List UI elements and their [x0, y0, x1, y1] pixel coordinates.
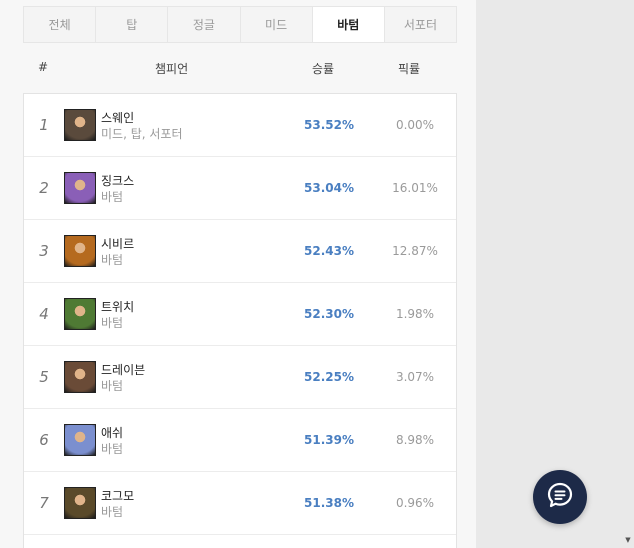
- rank-number: 4: [39, 305, 49, 323]
- champion-name[interactable]: 스웨인: [101, 109, 134, 126]
- tab-support[interactable]: 서포터: [385, 7, 456, 42]
- header-rank: #: [38, 60, 49, 74]
- rank-number: 5: [39, 368, 49, 386]
- champion-portrait[interactable]: [64, 172, 96, 204]
- champion-positions: 바텀: [101, 442, 124, 456]
- champion-name[interactable]: 코그모: [101, 487, 134, 504]
- chat-button[interactable]: [533, 470, 587, 524]
- champion-name[interactable]: 징크스: [101, 172, 134, 189]
- tab-top[interactable]: 탑: [96, 7, 169, 42]
- table-row[interactable]: 6 애쉬 바텀 51.39% 8.98%: [24, 409, 456, 472]
- tab-mid[interactable]: 미드: [241, 7, 313, 42]
- table-row[interactable]: 2 징크스 바텀 53.04% 16.01%: [24, 157, 456, 220]
- champion-positions: 바텀: [101, 253, 124, 267]
- pick-rate-value: 0.96%: [395, 496, 435, 510]
- win-rate-value: 51.38%: [304, 496, 354, 510]
- header-pick-rate[interactable]: 픽률: [398, 60, 420, 77]
- champion-positions: 바텀: [101, 316, 124, 330]
- tab-jungle[interactable]: 정글: [168, 7, 241, 42]
- champion-positions: 미드, 탑, 서포터: [101, 127, 183, 141]
- champion-name[interactable]: 트위치: [101, 298, 134, 315]
- tab-all[interactable]: 전체: [24, 7, 97, 42]
- table-row[interactable]: 3 시비르 바텀 52.43% 12.87%: [24, 220, 456, 283]
- champion-portrait[interactable]: [64, 235, 96, 267]
- win-rate-value: 52.43%: [304, 244, 354, 258]
- table-row[interactable]: 5 드레이븐 바텀 52.25% 3.07%: [24, 346, 456, 409]
- pick-rate-value: 16.01%: [392, 181, 438, 195]
- pick-rate-value: 8.98%: [395, 433, 435, 447]
- win-rate-value: 53.04%: [304, 181, 354, 195]
- champion-name[interactable]: 애쉬: [101, 424, 123, 441]
- chat-bubble-icon: [545, 480, 575, 514]
- pick-rate-value: 0.00%: [395, 118, 435, 132]
- rank-number: 7: [39, 494, 49, 512]
- champion-portrait[interactable]: [64, 109, 96, 141]
- header-win-rate[interactable]: 승률: [312, 60, 334, 77]
- position-tabs: 전체 탑 정글 미드 바텀 서포터: [23, 6, 457, 43]
- champion-positions: 바텀: [101, 505, 124, 519]
- champion-portrait[interactable]: [64, 424, 96, 456]
- rank-number: 3: [39, 242, 49, 260]
- header-champion: 챔피언: [155, 62, 189, 76]
- rank-number: 1: [39, 116, 49, 134]
- table-row[interactable]: 4 트위치 바텀 52.30% 1.98%: [24, 283, 456, 346]
- champion-positions: 바텀: [101, 379, 124, 393]
- champion-name[interactable]: 시비르: [101, 235, 134, 252]
- champion-portrait[interactable]: [64, 361, 96, 393]
- win-rate-value: 52.25%: [304, 370, 354, 384]
- table-row[interactable]: 7 코그모 바텀 51.38% 0.96%: [24, 472, 456, 535]
- side-column: [476, 0, 634, 548]
- pick-rate-value: 1.98%: [395, 307, 435, 321]
- champion-name[interactable]: 드레이븐: [101, 361, 145, 378]
- champion-portrait[interactable]: [64, 487, 96, 519]
- table-row[interactable]: 1 스웨인 미드, 탑, 서포터 53.52% 0.00%: [24, 94, 456, 157]
- tab-bottom[interactable]: 바텀: [312, 7, 385, 42]
- champion-portrait[interactable]: [64, 298, 96, 330]
- win-rate-value: 52.30%: [304, 307, 354, 321]
- champion-positions: 바텀: [101, 190, 124, 204]
- win-rate-value: 51.39%: [304, 433, 354, 447]
- pick-rate-value: 3.07%: [395, 370, 435, 384]
- rank-number: 6: [39, 431, 49, 449]
- table-header: # 챔피언 승률 픽률: [23, 52, 457, 82]
- pick-rate-value: 12.87%: [392, 244, 438, 258]
- rank-number: 2: [39, 179, 49, 197]
- champion-table: 1 스웨인 미드, 탑, 서포터 53.52% 0.00% 2 징크스 바텀 5…: [23, 93, 457, 548]
- scroll-down-arrow-icon[interactable]: ▼: [624, 536, 632, 544]
- win-rate-value: 53.52%: [304, 118, 354, 132]
